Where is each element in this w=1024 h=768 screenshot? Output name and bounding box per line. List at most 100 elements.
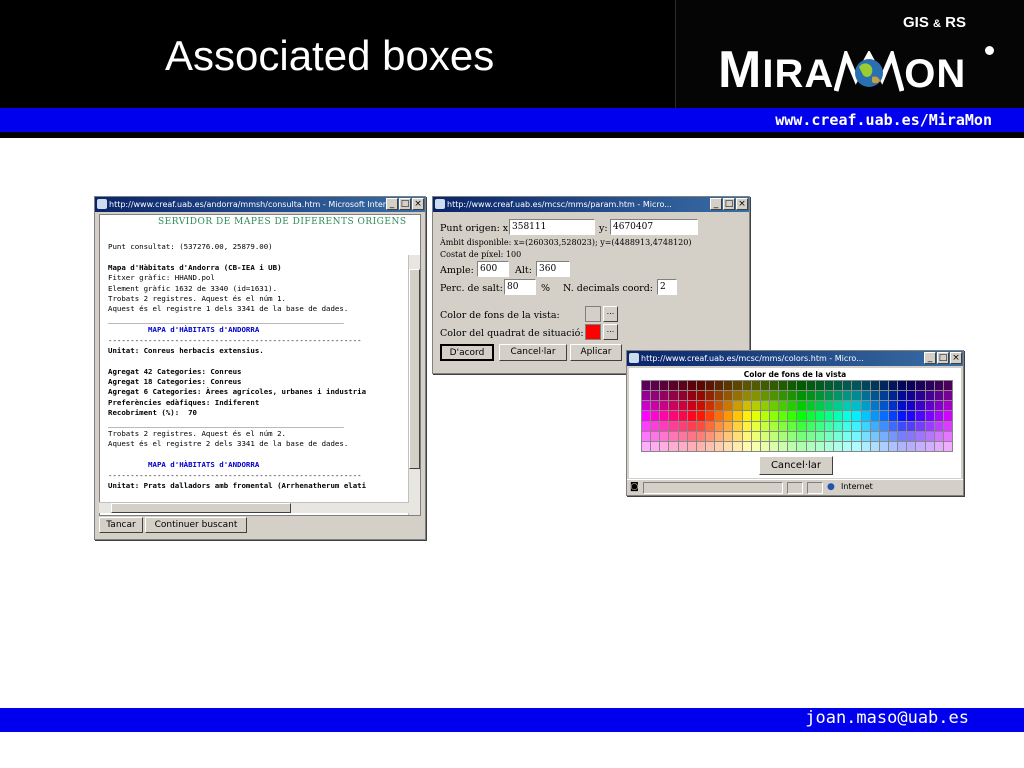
color-cell[interactable] bbox=[916, 411, 925, 421]
color-cell[interactable] bbox=[751, 381, 760, 391]
color-cell[interactable] bbox=[660, 441, 669, 451]
color-cell[interactable] bbox=[925, 381, 934, 391]
color-cell[interactable] bbox=[678, 401, 687, 411]
color-cell[interactable] bbox=[843, 411, 852, 421]
color-cell[interactable] bbox=[779, 401, 788, 411]
color-cell[interactable] bbox=[834, 441, 843, 451]
color-cell[interactable] bbox=[706, 381, 715, 391]
color-cell[interactable] bbox=[770, 401, 779, 411]
color-cell[interactable] bbox=[760, 391, 770, 401]
color-cell[interactable] bbox=[861, 441, 870, 451]
color-cell[interactable] bbox=[779, 381, 788, 391]
color-cell[interactable] bbox=[870, 381, 879, 391]
color-cell[interactable] bbox=[696, 441, 706, 451]
color-cell[interactable] bbox=[706, 421, 715, 431]
color-cell[interactable] bbox=[751, 441, 760, 451]
color-cell[interactable] bbox=[715, 421, 724, 431]
vertical-scrollbar[interactable] bbox=[408, 255, 420, 515]
color-cell[interactable] bbox=[934, 381, 943, 391]
close-button[interactable]: × bbox=[412, 198, 424, 210]
color-cell[interactable] bbox=[642, 381, 651, 391]
origin-x-field[interactable]: 358111 bbox=[509, 219, 595, 235]
color-cell[interactable] bbox=[678, 391, 687, 401]
color-cell[interactable] bbox=[797, 441, 806, 451]
color-cell[interactable] bbox=[861, 431, 870, 441]
color-cell[interactable] bbox=[788, 411, 797, 421]
color-cell[interactable] bbox=[642, 431, 651, 441]
color-cell[interactable] bbox=[888, 421, 898, 431]
color-cell[interactable] bbox=[934, 411, 943, 421]
color-cell[interactable] bbox=[925, 441, 934, 451]
color-cell[interactable] bbox=[888, 441, 898, 451]
color-cell[interactable] bbox=[760, 381, 770, 391]
maximize-button[interactable]: □ bbox=[399, 198, 411, 210]
color-cell[interactable] bbox=[815, 391, 824, 401]
color-cell[interactable] bbox=[760, 421, 770, 431]
color-cell[interactable] bbox=[916, 441, 925, 451]
color-cell[interactable] bbox=[943, 381, 952, 391]
color-cell[interactable] bbox=[898, 441, 907, 451]
close-button[interactable]: × bbox=[736, 198, 748, 210]
horizontal-scrollbar-thumb[interactable] bbox=[111, 503, 291, 513]
color-cell[interactable] bbox=[751, 391, 760, 401]
color-cell[interactable] bbox=[696, 431, 706, 441]
color-cell[interactable] bbox=[788, 421, 797, 431]
color-cell[interactable] bbox=[651, 421, 660, 431]
color-cell[interactable] bbox=[678, 421, 687, 431]
color-cell[interactable] bbox=[797, 411, 806, 421]
color-cell[interactable] bbox=[852, 401, 861, 411]
color-cell[interactable] bbox=[925, 401, 934, 411]
color-cell[interactable] bbox=[660, 431, 669, 441]
color-cell[interactable] bbox=[861, 401, 870, 411]
color-cell[interactable] bbox=[733, 431, 742, 441]
color-cell[interactable] bbox=[715, 411, 724, 421]
horizontal-scrollbar[interactable] bbox=[99, 502, 409, 513]
color-cell[interactable] bbox=[724, 381, 733, 391]
color-cell[interactable] bbox=[806, 411, 815, 421]
color-cell[interactable] bbox=[925, 421, 934, 431]
color-cell[interactable] bbox=[943, 441, 952, 451]
color-cell[interactable] bbox=[888, 431, 898, 441]
color-cell[interactable] bbox=[669, 421, 678, 431]
color-cell[interactable] bbox=[870, 441, 879, 451]
color-cell[interactable] bbox=[907, 381, 916, 391]
color-cell[interactable] bbox=[651, 391, 660, 401]
color-cell[interactable] bbox=[742, 441, 751, 451]
color-cell[interactable] bbox=[852, 391, 861, 401]
color-cell[interactable] bbox=[916, 431, 925, 441]
jump-percent-field[interactable]: 80 bbox=[504, 279, 536, 295]
color-cell[interactable] bbox=[687, 391, 696, 401]
color-cell[interactable] bbox=[788, 401, 797, 411]
color-cell[interactable] bbox=[834, 421, 843, 431]
color-cell[interactable] bbox=[843, 391, 852, 401]
color-cell[interactable] bbox=[669, 401, 678, 411]
color-cell[interactable] bbox=[888, 391, 898, 401]
color-cell[interactable] bbox=[907, 431, 916, 441]
decimals-field[interactable]: 2 bbox=[657, 279, 677, 295]
color-cell[interactable] bbox=[898, 391, 907, 401]
color-cell[interactable] bbox=[760, 401, 770, 411]
color-cell[interactable] bbox=[879, 401, 888, 411]
color-cell[interactable] bbox=[879, 391, 888, 401]
color-cell[interactable] bbox=[907, 411, 916, 421]
color-cell[interactable] bbox=[696, 381, 706, 391]
color-cell[interactable] bbox=[706, 431, 715, 441]
color-cell[interactable] bbox=[770, 411, 779, 421]
cancel-color-button[interactable]: Cancel·lar bbox=[759, 456, 833, 475]
close-button[interactable]: × bbox=[950, 352, 962, 364]
color-cell[interactable] bbox=[669, 381, 678, 391]
continue-search-button[interactable]: Continuer buscant bbox=[145, 517, 247, 533]
color-cell[interactable] bbox=[715, 441, 724, 451]
color-cell[interactable] bbox=[678, 431, 687, 441]
ok-button[interactable]: D'acord bbox=[440, 344, 494, 361]
color-cell[interactable] bbox=[687, 431, 696, 441]
contact-email[interactable]: joan.maso@uab.es bbox=[805, 708, 969, 728]
color-cell[interactable] bbox=[943, 401, 952, 411]
color-cell[interactable] bbox=[861, 421, 870, 431]
color-cell[interactable] bbox=[788, 431, 797, 441]
color-cell[interactable] bbox=[733, 411, 742, 421]
color-cell[interactable] bbox=[834, 391, 843, 401]
color-cell[interactable] bbox=[815, 421, 824, 431]
color-cell[interactable] bbox=[907, 391, 916, 401]
website-url[interactable]: www.creaf.uab.es/MiraMon bbox=[775, 111, 992, 129]
